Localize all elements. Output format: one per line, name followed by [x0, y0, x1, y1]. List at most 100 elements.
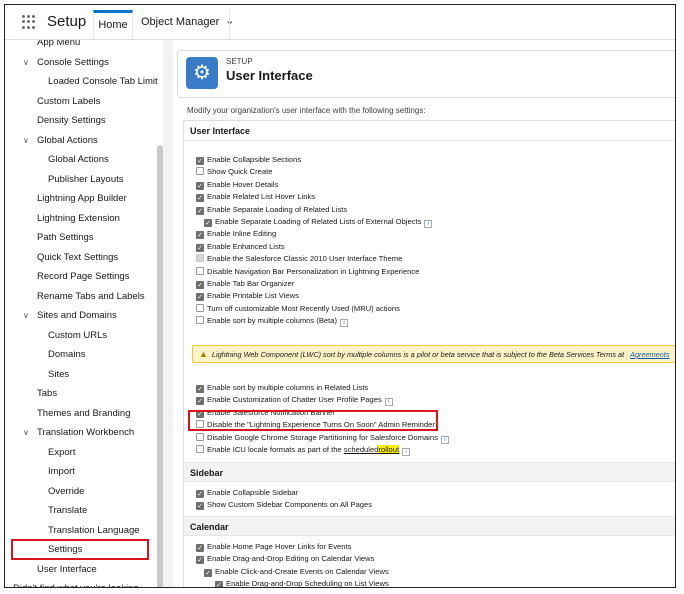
sidebar-item[interactable]: Custom URLs [48, 327, 107, 345]
sidebar-item-label: Import [48, 466, 75, 477]
sidebar-item[interactable]: Translation Language [48, 522, 140, 540]
sidebar-item[interactable]: Export [48, 444, 75, 462]
info-icon[interactable]: i [340, 319, 348, 328]
setting-checkbox[interactable]: ✓ [204, 219, 212, 227]
info-icon[interactable]: i [440, 435, 449, 444]
setting-option: ✓ Enable sort by multiple columns in Rela… [196, 382, 368, 394]
setting-option: ✓ Enable Separate Loading of Related List… [196, 204, 347, 216]
setting-checkbox[interactable]: ✓ [196, 556, 204, 565]
sidebar-item[interactable]: Translate [48, 502, 87, 520]
setting-label: Enable Drag-and-Drop Editing on Calendar… [207, 554, 375, 564]
sidebar-item[interactable]: Domains [48, 346, 86, 364]
sidebar-item[interactable]: App Menu [37, 40, 80, 52]
sidebar-item[interactable]: Lightning App Builder [37, 190, 127, 208]
sidebar-item[interactable]: Publisher Layouts [48, 171, 124, 189]
setting-checkbox[interactable]: ✓ [196, 243, 204, 252]
tab-home[interactable]: Home [93, 10, 133, 39]
sidebar-item[interactable]: Custom Labels [37, 93, 100, 111]
setting-checkbox[interactable]: ✓ [215, 581, 223, 587]
sidebar-item[interactable]: Path Settings [37, 229, 94, 247]
sidebar-item[interactable]: Rename Tabs and Labels [37, 288, 145, 306]
chevron-down-icon[interactable]: ∨ [23, 307, 29, 325]
tab-object-manager[interactable]: Object Manager⌄ [141, 15, 234, 28]
info-icon[interactable]: i [384, 398, 393, 407]
sidebar-item[interactable]: ∨ Global Actions [23, 132, 98, 150]
sidebar-item[interactable]: Didn't find what you're looking [13, 580, 139, 587]
setting-checkbox[interactable]: ✓ [196, 157, 204, 165]
rollout-link[interactable]: rollout [378, 445, 400, 454]
option-icu-locale: Enable ICU locale formats as part of the… [196, 444, 411, 456]
setting-label: Enable Home Page Hover Links for Events [207, 542, 352, 551]
sidebar-item[interactable]: Lightning Extension [37, 210, 120, 228]
sidebar-item[interactable]: Loaded Console Tab Limit [48, 73, 158, 91]
setting-checkbox[interactable]: ✓ [196, 231, 204, 240]
page-header: ⚙ SETUP User Interface [177, 50, 675, 98]
sidebar-item[interactable]: Quick Text Settings [37, 249, 118, 267]
app-name: Setup [47, 13, 87, 30]
setting-checkbox[interactable]: ✓ [196, 544, 204, 552]
setting-option: ✓ Enable Hover Details [196, 179, 278, 191]
sidebar-item-label: Didn't find what you're looking [13, 583, 139, 587]
sidebar-item[interactable]: Density Settings [37, 112, 106, 130]
section-header-calendar: Calendar [184, 516, 675, 536]
setting-checkbox[interactable]: ✓ [196, 293, 204, 302]
intro-text: Modify your organization's user interfac… [187, 106, 426, 115]
setting-checkbox[interactable]: ✓ [196, 397, 204, 406]
scheduled-link[interactable]: scheduled [344, 445, 379, 454]
setting-checkbox[interactable]: ✓ [196, 281, 204, 289]
sidebar-item-label: Global Actions [48, 154, 109, 165]
sidebar-item[interactable]: ∨ Sites and Domains [23, 307, 117, 325]
sidebar-item[interactable]: Themes and Branding [37, 405, 130, 423]
chevron-down-icon[interactable]: ∨ [23, 132, 29, 150]
chevron-down-icon[interactable]: ∨ [23, 54, 29, 72]
sidebar-item-label: Path Settings [37, 232, 94, 243]
info-icon[interactable]: i [424, 220, 433, 228]
setting-checkbox[interactable]: ✓ [196, 194, 204, 203]
setting-checkbox[interactable]: ✓ [196, 490, 204, 498]
setting-checkbox[interactable]: ✓ [204, 568, 212, 577]
setting-option: ✓ Enable Enhanced Lists [196, 241, 285, 253]
setting-checkbox[interactable] [196, 316, 204, 325]
sidebar-item[interactable]: ∨ Translation Workbench [23, 424, 134, 442]
setting-checkbox[interactable] [196, 167, 204, 176]
sidebar-item-label: Lightning Extension [37, 212, 120, 224]
setting-label: Enable sort by multiple columns (Beta) [207, 316, 337, 326]
section-header-sidebar: Sidebar [184, 462, 675, 482]
sidebar-item-label: Themes and Branding [37, 407, 131, 419]
setting-checkbox[interactable]: ✓ [196, 181, 204, 190]
page-title: User Interface [226, 68, 313, 83]
setting-label: Enable Click-and-Create Events on Calend… [215, 566, 389, 576]
sidebar-scrollbar[interactable] [157, 145, 163, 587]
sidebar-item[interactable]: Tabs [37, 385, 57, 403]
sidebar-item[interactable]: Override [48, 483, 84, 501]
setting-label: Disable Navigation Bar Personalization i… [207, 266, 420, 276]
info-icon[interactable]: i [402, 448, 411, 456]
sidebar-item-label: Sites [48, 368, 70, 380]
agreements-link[interactable]: Agreements [630, 350, 669, 359]
setting-checkbox [196, 254, 204, 263]
setting-checkbox[interactable] [196, 266, 204, 275]
sidebar-item[interactable]: ∨ Console Settings [23, 54, 109, 72]
sidebar-item[interactable]: Import [48, 463, 75, 481]
chevron-down-icon[interactable]: ∨ [23, 424, 29, 442]
setting-option: ✓ Enable Drag-and-Drop Editing on Calenda… [196, 553, 374, 565]
setting-label: Enable Separate Loading of Related Lists… [215, 217, 422, 226]
app-launcher-icon[interactable] [22, 15, 36, 29]
sidebar-item[interactable]: User Interface [37, 561, 97, 579]
setting-checkbox[interactable]: ✓ [196, 502, 204, 511]
sidebar-item[interactable]: Record Page Settings [37, 268, 129, 286]
setting-checkbox[interactable] [196, 432, 204, 441]
gear-icon: ⚙ [186, 57, 218, 89]
checkbox-icu-locale[interactable] [196, 445, 204, 453]
sidebar-item-label: App Menu [37, 40, 81, 48]
setting-option: ✓ Enable Separate Loading of Related List… [204, 216, 433, 228]
sidebar-item[interactable]: Global Actions [48, 151, 109, 169]
setting-checkbox[interactable] [196, 303, 204, 312]
setting-checkbox[interactable]: ✓ [196, 206, 204, 215]
sidebar-item-label: Custom URLs [48, 329, 108, 341]
setting-checkbox[interactable]: ✓ [196, 385, 204, 393]
setting-option: ✓ Enable Printable List Views [196, 290, 299, 302]
setup-sidebar: App Menu ∨ Console Settings Loaded Console … [5, 40, 163, 587]
sidebar-item-label: Lightning App Builder [37, 193, 127, 204]
sidebar-item[interactable]: Sites [48, 366, 69, 384]
